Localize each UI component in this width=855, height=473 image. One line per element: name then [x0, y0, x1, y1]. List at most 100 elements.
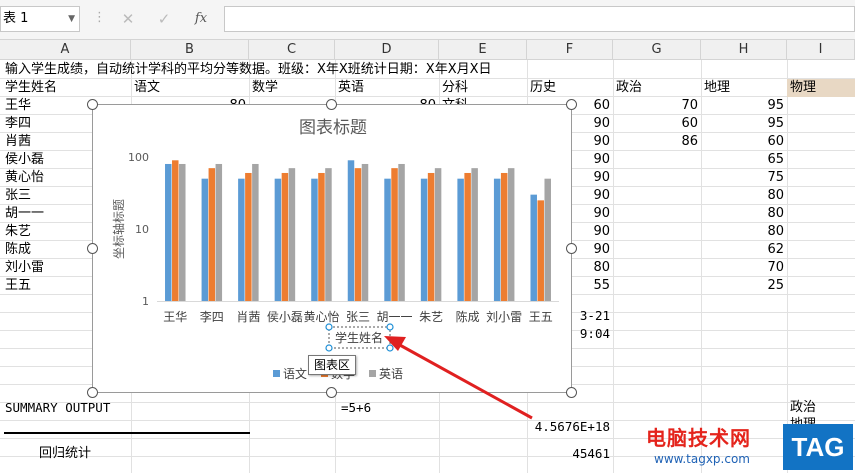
cell-student-name[interactable]: 刘小雷 — [2, 259, 47, 277]
resize-handle-bottom-left[interactable] — [87, 387, 98, 398]
bar-0-6 — [384, 178, 391, 301]
x-tick-label: 侯小磊 — [267, 310, 303, 324]
cell-geography[interactable]: 95 — [701, 115, 787, 133]
cell-geography[interactable]: 80 — [701, 205, 787, 223]
x-tick-label: 王五 — [529, 310, 553, 324]
cell-geography[interactable]: 25 — [701, 277, 787, 295]
name-box[interactable]: 表 1 ▼ — [0, 6, 80, 32]
column-header-f[interactable]: F — [527, 40, 613, 60]
cell-student-name[interactable]: 朱艺 — [2, 223, 34, 241]
cell-geography[interactable]: 70 — [701, 259, 787, 277]
x-tick-label: 朱艺 — [419, 310, 443, 324]
header-subject-track[interactable]: 分科 — [439, 79, 471, 97]
bar-0-1 — [201, 178, 209, 301]
x-tick-label: 王华 — [163, 310, 187, 324]
cell-regression-stats[interactable]: 回归统计 — [36, 445, 94, 463]
cell-student-name[interactable]: 王华 — [2, 97, 34, 115]
cell-politics[interactable]: 86 — [613, 133, 701, 151]
header-chinese[interactable]: 语文 — [131, 79, 163, 97]
x-axis-title-handle — [386, 344, 394, 352]
cell-geography[interactable]: 60 — [701, 133, 787, 151]
resize-handle-top-right[interactable] — [566, 99, 577, 110]
x-axis-title-handle — [386, 323, 394, 331]
bar-1-8 — [464, 172, 471, 301]
column-header-e[interactable]: E — [439, 40, 527, 60]
bar-2-4 — [325, 168, 332, 301]
bar-1-7 — [427, 172, 435, 301]
header-physics[interactable]: 物理 — [787, 79, 855, 97]
bar-2-6 — [398, 163, 405, 301]
resize-handle-left[interactable] — [87, 243, 98, 254]
column-header-a[interactable]: A — [0, 40, 131, 60]
cell-geography[interactable]: 62 — [701, 241, 787, 259]
watermark-logo: 电脑技术网 www.tagxp.com TAG — [646, 422, 855, 473]
cell-d-formula[interactable]: =5+6 — [338, 399, 374, 417]
cell-student-name[interactable]: 张三 — [2, 187, 34, 205]
watermark-title: 电脑技术网 — [646, 426, 751, 450]
resize-handle-right[interactable] — [566, 243, 577, 254]
x-axis-title-handle — [325, 344, 333, 352]
column-header-c[interactable]: C — [249, 40, 335, 60]
x-tick-label: 胡一一 — [377, 310, 413, 324]
y-tick-label: 100 — [128, 151, 149, 164]
cell-politics[interactable]: 70 — [613, 97, 701, 115]
cell-geography[interactable]: 75 — [701, 169, 787, 187]
column-header-g[interactable]: G — [613, 40, 701, 60]
column-header-b[interactable]: B — [131, 40, 249, 60]
cell-student-name[interactable]: 王五 — [2, 277, 34, 295]
bar-1-4 — [318, 172, 325, 301]
header-geography[interactable]: 地理 — [701, 79, 733, 97]
cell-geography[interactable]: 80 — [701, 223, 787, 241]
bar-1-9 — [500, 172, 508, 301]
formula-bar-grip-icon: ⋮ — [93, 10, 106, 25]
cell-student-name[interactable]: 胡一一 — [2, 205, 47, 223]
cell-geography[interactable]: 95 — [701, 97, 787, 115]
chevron-down-icon[interactable]: ▼ — [68, 7, 75, 31]
watermark-tag: TAG — [783, 424, 853, 470]
cell-student-name[interactable]: 李四 — [2, 115, 34, 133]
cell-f-big[interactable]: 4.5676E+18 — [527, 418, 613, 436]
header-history[interactable]: 历史 — [527, 79, 559, 97]
column-header-d[interactable]: D — [335, 40, 439, 60]
bar-2-5 — [361, 163, 369, 301]
formula-bar: 表 1 ▼ ⋮ ✕ ✓ fx — [0, 0, 855, 40]
bar-0-7 — [420, 178, 428, 301]
cell-student-name[interactable]: 陈成 — [2, 241, 34, 259]
cell-student-name[interactable]: 黄心怡 — [2, 169, 47, 187]
bar-0-10 — [530, 194, 537, 301]
x-axis-title-handle — [325, 323, 333, 331]
header-math[interactable]: 数学 — [249, 79, 281, 97]
bar-1-6 — [391, 168, 398, 301]
header-student-name[interactable]: 学生姓名 — [2, 79, 60, 97]
resize-handle-bottom-right[interactable] — [566, 387, 577, 398]
cell-geography[interactable]: 80 — [701, 187, 787, 205]
x-tick-label: 陈成 — [456, 309, 480, 324]
bar-0-9 — [493, 178, 501, 301]
cell-i-politics[interactable]: 政治 — [787, 399, 819, 417]
column-header-i[interactable]: I — [787, 40, 855, 60]
resize-handle-top[interactable] — [326, 99, 337, 110]
resize-handle-top-left[interactable] — [87, 99, 98, 110]
y-tick-label: 10 — [135, 223, 149, 236]
cell-summary-output[interactable]: SUMMARY OUTPUT — [2, 399, 113, 417]
insert-function-button[interactable]: fx — [186, 6, 216, 32]
cell-student-name[interactable]: 肖茜 — [2, 133, 34, 151]
x-tick-label: 张三 — [346, 310, 370, 324]
cell-a1[interactable]: 输入学生成绩，自动统计学科的平均分等数据。班级：X年X班统计日期：X年X月X日 — [2, 61, 495, 79]
formula-input[interactable] — [224, 6, 855, 32]
bar-chart: 图表标题坐标轴标题 1 10 100 王华 李四 肖茜 侯小磊 黄心怡 张三 胡一一 朱艺 陈成 刘小雷王… — [111, 118, 559, 381]
column-header-h[interactable]: H — [701, 40, 787, 60]
chart-area[interactable]: 图表标题 坐标轴标题 1 10 100 王华 李四 肖茜 侯小磊 黄心怡 张三 胡一一 朱艺 陈成 刘小雷王… — [92, 104, 572, 393]
header-politics[interactable]: 政治 — [613, 79, 645, 97]
confirm-button[interactable]: ✓ — [149, 6, 179, 32]
cell-f-value[interactable]: 45461 — [527, 445, 613, 463]
watermark-url: www.tagxp.com — [654, 452, 750, 466]
header-english[interactable]: 英语 — [335, 79, 367, 97]
resize-handle-bottom[interactable] — [326, 387, 337, 398]
column-header-row: A B C D E F G H I — [0, 40, 855, 60]
cell-student-name[interactable]: 侯小磊 — [2, 151, 47, 169]
cancel-button[interactable]: ✕ — [113, 6, 143, 32]
cell-geography[interactable]: 65 — [701, 151, 787, 169]
cell-politics[interactable]: 60 — [613, 115, 701, 133]
x-axis-title: 学生姓名 — [335, 330, 383, 345]
